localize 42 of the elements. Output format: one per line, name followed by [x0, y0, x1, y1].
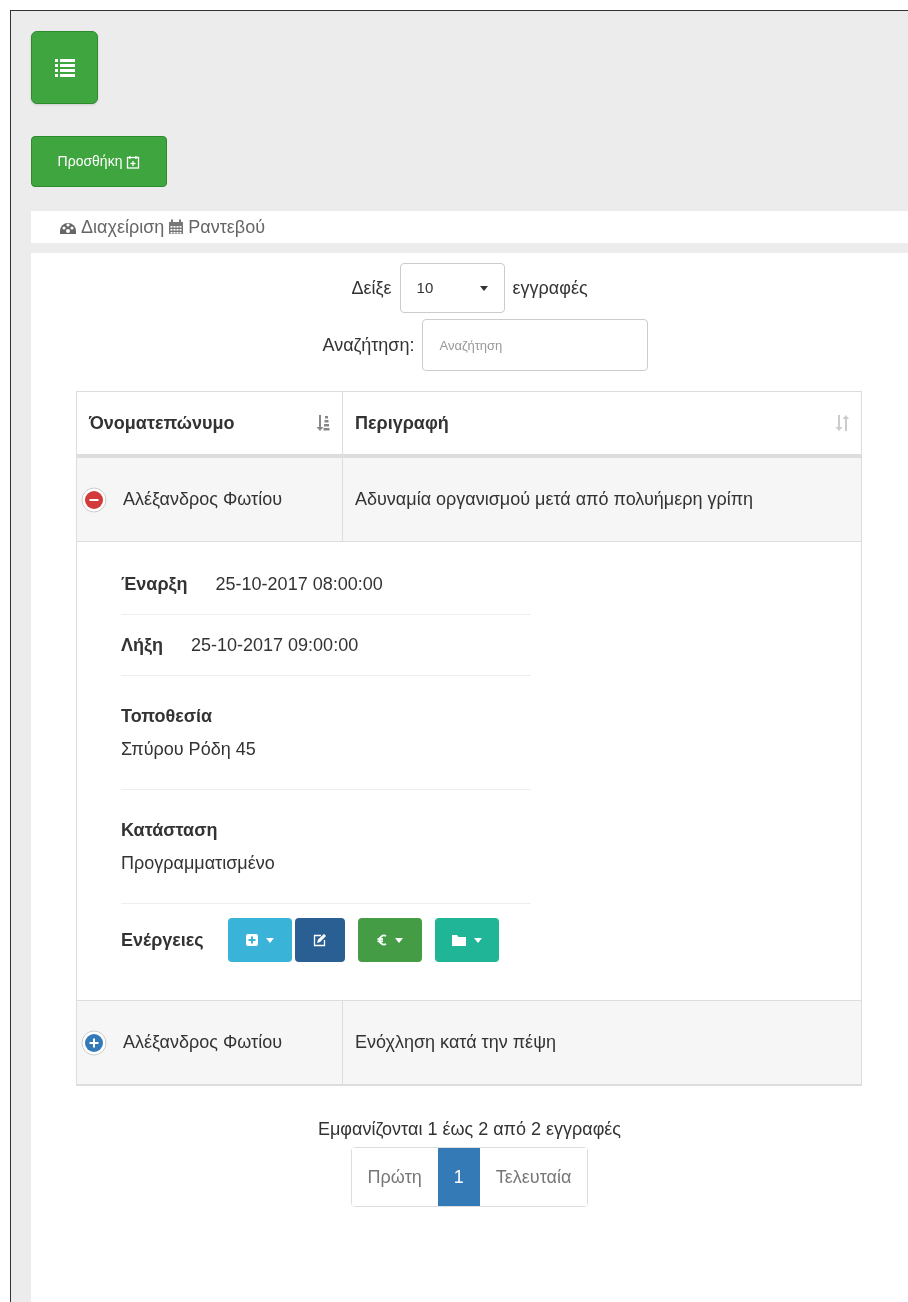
patient-name: Αλέξανδρος Φωτίου — [123, 1031, 283, 1054]
euro-icon — [376, 934, 387, 946]
search-field[interactable]: Αναζήτηση — [422, 319, 649, 371]
folder-icon — [451, 934, 466, 946]
list-icon — [53, 56, 76, 79]
length-prefix: Δείξε — [351, 276, 392, 300]
detail-value: Σπύρου Ρόδη 45 — [121, 737, 257, 761]
dropdown-button[interactable] — [357, 918, 422, 962]
collapse-icon[interactable] — [81, 486, 107, 513]
detail-label: Λήξη — [121, 633, 163, 657]
detail-label: Κατάσταση — [121, 818, 219, 842]
caret-icon — [394, 937, 403, 943]
table-info: Εμφανίζονται 1 έως 2 από 2 εγγραφές — [317, 1118, 622, 1141]
edit-button[interactable] — [294, 918, 345, 962]
detail-label: Έναρξη — [121, 572, 188, 596]
expand-icon[interactable] — [81, 1029, 107, 1056]
caret-icon — [479, 285, 488, 291]
edit-icon — [313, 933, 327, 947]
table-cell-text: Αδυναμία οργανισμού μετά από πολυήμερη γρίπη — [354, 488, 755, 511]
detail-value: Προγραμματισμένο — [121, 851, 276, 875]
dropdown-button[interactable] — [434, 918, 499, 962]
detail-label: Τοποθεσία — [121, 704, 214, 728]
add-button[interactable]: Προσθήκη — [31, 136, 167, 187]
caret-icon — [265, 937, 274, 943]
patient-name: Αλέξανδρος Φωτίου — [123, 488, 283, 511]
plus-square-icon — [245, 934, 258, 946]
detail-value: 25-10-2017 09:00:00 — [191, 633, 359, 657]
length-suffix: εγγραφές — [512, 276, 588, 300]
breadcrumb-link[interactable]: Ραντεβού — [188, 213, 266, 241]
column-header[interactable]: Όνοματεπώνυμο — [77, 392, 343, 454]
calendar-plus-icon — [126, 154, 141, 169]
detail-value: 25-10-2017 08:00:00 — [215, 572, 383, 596]
column-header[interactable]: Περιγραφή — [343, 392, 861, 454]
actions-label: Ενέργειες — [121, 928, 204, 952]
page-size-select[interactable]: 10 — [399, 263, 505, 313]
caret-icon — [473, 937, 482, 943]
breadcrumb-link[interactable]: Διαχείριση — [81, 213, 165, 241]
menu-button[interactable] — [31, 31, 98, 104]
page-button[interactable]: 1 — [437, 1148, 480, 1206]
search-label: Αναζήτηση: — [322, 333, 415, 357]
calendar-icon — [168, 219, 185, 235]
table-cell-text: Ενόχληση κατά την πέψη — [354, 1031, 557, 1054]
